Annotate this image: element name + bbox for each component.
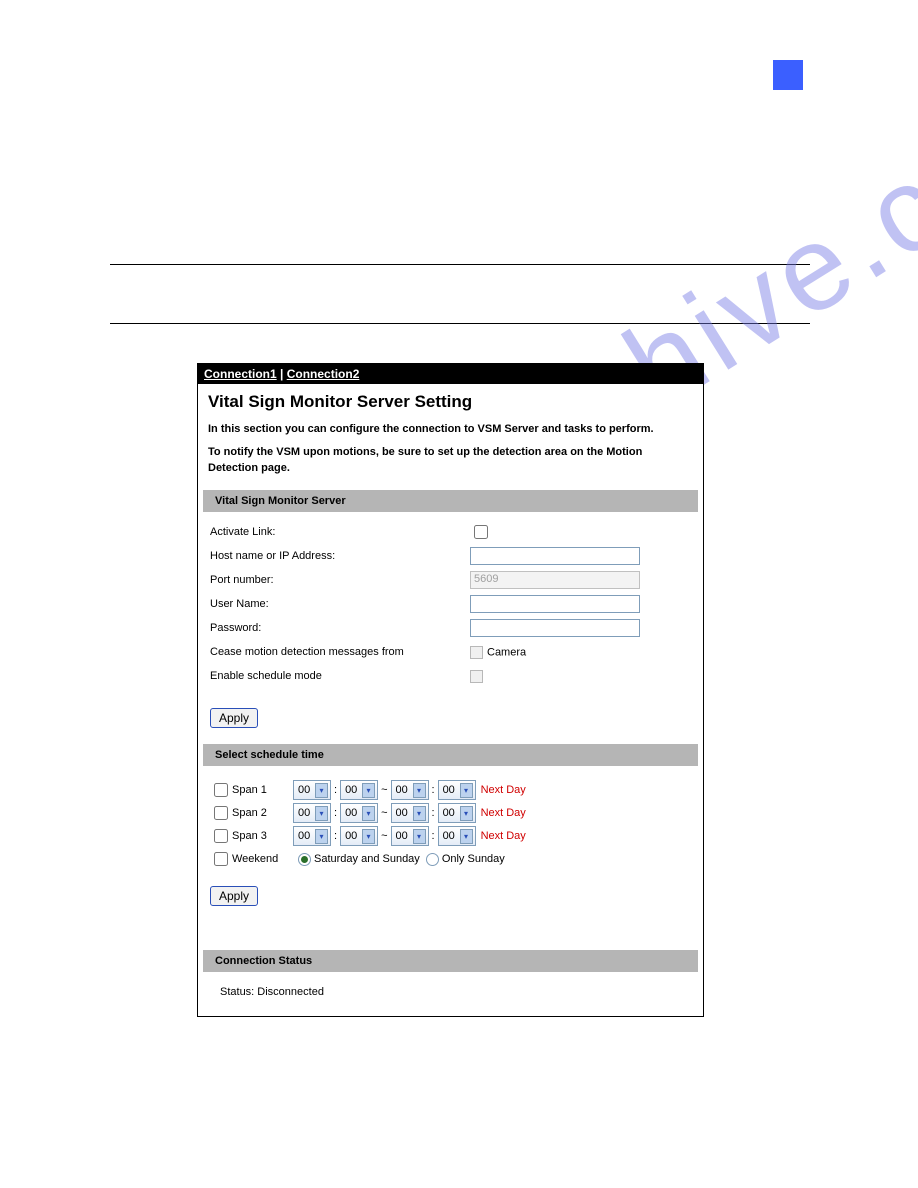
chevron-down-icon: ▾ [460, 783, 473, 798]
apply-button-1[interactable]: Apply [210, 708, 258, 728]
label-span1: Span 1 [232, 784, 292, 796]
label-password: Password: [210, 622, 470, 634]
chevron-down-icon: ▾ [362, 829, 375, 844]
dropdown-span2-end-hour[interactable]: 00▾ [391, 803, 429, 823]
chevron-down-icon: ▾ [460, 806, 473, 821]
checkbox-span3[interactable] [214, 829, 228, 843]
tab-connection2[interactable]: Connection2 [287, 367, 360, 381]
dropdown-span2-start-hour[interactable]: 00▾ [293, 803, 331, 823]
schedule-row-span3: Span 3 00▾ : 00▾ ~ 00▾ : 00▾ Next Day [210, 826, 693, 846]
page-corner-marker [773, 60, 803, 90]
label-span2: Span 2 [232, 807, 292, 819]
input-port: 5609 [470, 571, 640, 589]
chevron-down-icon: ▾ [362, 806, 375, 821]
status-text: Status: Disconnected [198, 972, 703, 1016]
input-password[interactable] [470, 619, 640, 637]
checkbox-span2[interactable] [214, 806, 228, 820]
vsm-server-fields: Activate Link: Host name or IP Address: … [198, 512, 703, 700]
label-next-day-3: Next Day [481, 830, 526, 842]
radio-only-sunday[interactable] [426, 853, 439, 866]
label-camera: Camera [487, 646, 526, 658]
label-activate-link: Activate Link: [210, 526, 470, 538]
checkbox-span1[interactable] [214, 783, 228, 797]
time-tilde: ~ [381, 830, 387, 842]
checkbox-activate-link[interactable] [474, 525, 488, 539]
dropdown-span2-start-min[interactable]: 00▾ [340, 803, 378, 823]
apply-button-2[interactable]: Apply [210, 886, 258, 906]
dropdown-span3-end-hour[interactable]: 00▾ [391, 826, 429, 846]
chevron-down-icon: ▾ [362, 783, 375, 798]
page-title: Vital Sign Monitor Server Setting [198, 384, 703, 418]
label-only-sunday: Only Sunday [442, 853, 505, 865]
checkbox-camera [470, 646, 483, 659]
time-tilde: ~ [381, 784, 387, 796]
chevron-down-icon: ▾ [315, 806, 328, 821]
input-username[interactable] [470, 595, 640, 613]
label-host: Host name or IP Address: [210, 550, 470, 562]
dropdown-span3-start-hour[interactable]: 00▾ [293, 826, 331, 846]
section-header-schedule: Select schedule time [203, 744, 698, 766]
time-colon: : [432, 807, 435, 819]
label-username: User Name: [210, 598, 470, 610]
checkbox-enable-schedule [470, 670, 483, 683]
dropdown-span3-end-min[interactable]: 00▾ [438, 826, 476, 846]
divider-mid [110, 323, 810, 324]
chevron-down-icon: ▾ [413, 783, 426, 798]
time-colon: : [432, 830, 435, 842]
label-weekend: Weekend [232, 853, 292, 865]
tab-separator: | [277, 367, 287, 381]
chevron-down-icon: ▾ [413, 829, 426, 844]
dropdown-span1-end-min[interactable]: 00▾ [438, 780, 476, 800]
divider-top [110, 264, 810, 265]
chevron-down-icon: ▾ [315, 829, 328, 844]
schedule-fields: Span 1 00▾ : 00▾ ~ 00▾ : 00▾ Next Day Sp… [198, 766, 703, 878]
dropdown-span2-end-min[interactable]: 00▾ [438, 803, 476, 823]
dropdown-span1-start-min[interactable]: 00▾ [340, 780, 378, 800]
time-colon: : [334, 784, 337, 796]
chevron-down-icon: ▾ [413, 806, 426, 821]
schedule-row-span1: Span 1 00▾ : 00▾ ~ 00▾ : 00▾ Next Day [210, 780, 693, 800]
time-colon: : [334, 807, 337, 819]
radio-saturday-sunday[interactable] [298, 853, 311, 866]
section-header-connection-status: Connection Status [203, 950, 698, 972]
time-colon: : [334, 830, 337, 842]
label-enable-schedule: Enable schedule mode [210, 670, 470, 682]
tab-bar: Connection1 | Connection2 [198, 364, 703, 384]
dropdown-span1-end-hour[interactable]: 00▾ [391, 780, 429, 800]
checkbox-weekend[interactable] [214, 852, 228, 866]
chevron-down-icon: ▾ [460, 829, 473, 844]
chevron-down-icon: ▾ [315, 783, 328, 798]
input-host[interactable] [470, 547, 640, 565]
label-span3: Span 3 [232, 830, 292, 842]
dropdown-span3-start-min[interactable]: 00▾ [340, 826, 378, 846]
intro-text-1: In this section you can configure the co… [198, 418, 703, 441]
settings-panel: Connection1 | Connection2 Vital Sign Mon… [197, 363, 704, 1017]
tab-connection1[interactable]: Connection1 [204, 367, 277, 381]
label-next-day-2: Next Day [481, 807, 526, 819]
label-saturday-sunday: Saturday and Sunday [314, 853, 420, 865]
schedule-row-weekend: Weekend Saturday and Sunday Only Sunday [210, 849, 693, 869]
time-colon: : [432, 784, 435, 796]
label-next-day-1: Next Day [481, 784, 526, 796]
section-header-vsm-server: Vital Sign Monitor Server [203, 490, 698, 512]
schedule-row-span2: Span 2 00▾ : 00▾ ~ 00▾ : 00▾ Next Day [210, 803, 693, 823]
dropdown-span1-start-hour[interactable]: 00▾ [293, 780, 331, 800]
label-cease-motion: Cease motion detection messages from [210, 646, 470, 658]
intro-text-2: To notify the VSM upon motions, be sure … [198, 441, 703, 480]
label-port: Port number: [210, 574, 470, 586]
time-tilde: ~ [381, 807, 387, 819]
